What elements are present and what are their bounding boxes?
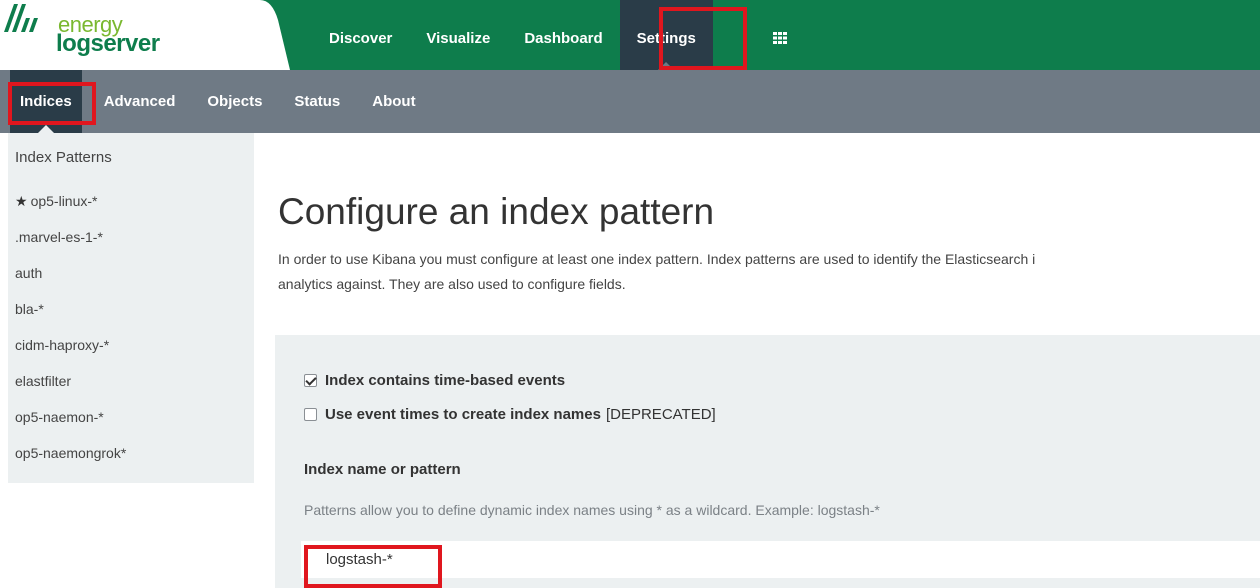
settings-subnav: Indices Advanced Objects Status About	[0, 70, 1260, 133]
tab-status[interactable]: Status	[284, 70, 350, 133]
index-pattern-list: ★ op5-linux-* .marvel-es-1-* auth bla-* …	[15, 193, 126, 481]
page-title: Configure an index pattern	[278, 191, 715, 232]
tab-objects[interactable]: Objects	[197, 70, 272, 133]
index-pattern-form: Index contains time-based events Use eve…	[275, 335, 1260, 588]
logo-bars-icon	[4, 4, 38, 32]
logo-text-logserver: logserver	[56, 30, 160, 57]
sidebar-item-op5-naemon[interactable]: op5-naemon-*	[15, 409, 126, 445]
top-nav-settings[interactable]: Settings	[619, 0, 713, 70]
event-times-row[interactable]: Use event times to create index names [D…	[304, 406, 716, 423]
sidebar-item-label: op5-naemon-*	[15, 409, 104, 425]
sidebar-item-label: auth	[15, 265, 43, 281]
index-pattern-input[interactable]	[301, 541, 1260, 578]
time-based-checkbox[interactable]	[304, 374, 317, 387]
sidebar-item-label: elastfilter	[15, 373, 72, 389]
grid-icon[interactable]	[772, 30, 788, 46]
top-nav-discover[interactable]: Discover	[312, 0, 409, 70]
main-content: Configure an index pattern In order to u…	[275, 133, 1260, 588]
sidebar-item-label: op5-linux-*	[30, 193, 98, 209]
top-navbar: energy logserver Discover Visualize Dash…	[0, 0, 1260, 70]
sidebar-item-label: op5-naemongrok*	[15, 445, 127, 461]
sidebar-item-label: .marvel-es-1-*	[15, 229, 103, 245]
event-times-checkbox[interactable]	[304, 408, 317, 421]
sidebar-item-label: cidm-haproxy-*	[15, 337, 110, 353]
index-name-label: Index name or pattern	[304, 461, 461, 478]
sidebar-item-auth[interactable]: auth	[15, 265, 126, 301]
sidebar-title: Index Patterns	[15, 149, 112, 166]
deprecated-tag: [DEPRECATED]	[605, 406, 716, 423]
sidebar-item-bla[interactable]: bla-*	[15, 301, 126, 337]
time-based-label: Index contains time-based events	[325, 372, 566, 389]
top-nav: Discover Visualize Dashboard Settings	[312, 0, 713, 70]
sidebar-item-elastfilter[interactable]: elastfilter	[15, 373, 126, 409]
time-based-row[interactable]: Index contains time-based events	[304, 372, 565, 389]
event-times-label: Use event times to create index names	[325, 406, 601, 423]
sidebar-item-label: bla-*	[15, 301, 44, 317]
intro-text: In order to use Kibana you must configur…	[278, 247, 1260, 297]
star-icon: ★	[15, 193, 28, 209]
index-patterns-sidebar: Index Patterns ★ op5-linux-* .marvel-es-…	[8, 133, 254, 483]
tab-about[interactable]: About	[362, 70, 425, 133]
sub-nav: Indices Advanced Objects Status About	[10, 70, 438, 133]
sidebar-item-marvel[interactable]: .marvel-es-1-*	[15, 229, 126, 265]
top-nav-dashboard[interactable]: Dashboard	[507, 0, 619, 70]
intro-line-1: In order to use Kibana you must configur…	[278, 251, 1036, 267]
pattern-help-text: Patterns allow you to define dynamic ind…	[304, 502, 880, 518]
logo[interactable]: energy logserver	[0, 0, 300, 70]
tab-advanced[interactable]: Advanced	[94, 70, 186, 133]
sidebar-item-op5-naemongrok[interactable]: op5-naemongrok*	[15, 445, 126, 481]
tab-indices[interactable]: Indices	[10, 70, 82, 133]
intro-line-2: analytics against. They are also used to…	[278, 276, 626, 292]
top-nav-visualize[interactable]: Visualize	[409, 0, 507, 70]
sidebar-item-cidm-haproxy[interactable]: cidm-haproxy-*	[15, 337, 126, 373]
sidebar-item-op5-linux[interactable]: ★ op5-linux-*	[15, 193, 126, 229]
